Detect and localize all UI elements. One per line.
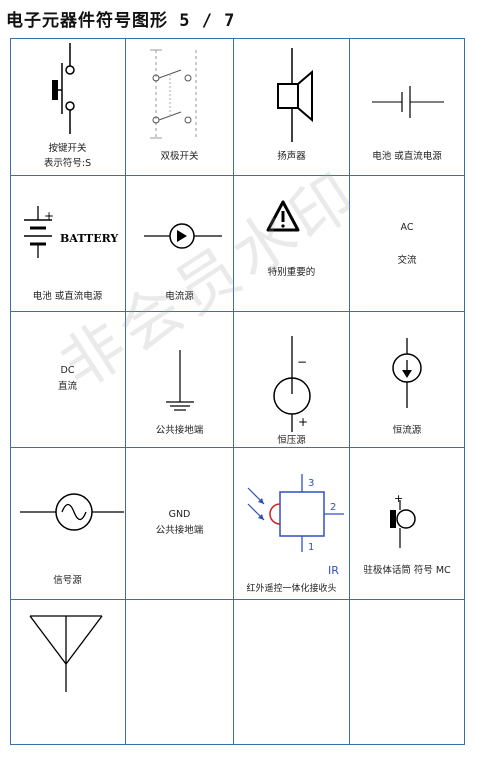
voltage-minus: −: [297, 355, 307, 369]
warning-triangle-icon: [266, 200, 300, 232]
cell-label: AC: [400, 222, 414, 233]
cell-current-source: 电流源: [126, 176, 234, 312]
ir-receiver-icon: 3 2 1 IR: [247, 474, 344, 577]
cell-label: 驻极体话筒 符号 MC: [363, 565, 451, 576]
cell-label: 电流源: [165, 291, 194, 302]
cell-label: 双极开关: [160, 151, 199, 162]
voltage-plus: +: [298, 415, 308, 429]
antenna-icon: [29, 615, 103, 692]
cell-label: GND: [168, 509, 191, 520]
cell-push-button-switch: 按键开关 表示符号:S: [10, 38, 126, 176]
ir-pin-2: 2: [330, 502, 336, 513]
cell-label: 电池 或直流电源: [372, 151, 442, 162]
cell-warning: 特别重要的: [234, 176, 350, 312]
cell-speaker: 扬声器: [234, 38, 350, 176]
cell-label: 恒压源: [277, 435, 306, 446]
cell-label: 红外遥控一体化接收头: [246, 584, 337, 594]
battery-plus: +: [44, 209, 54, 223]
ir-pin-1: 1: [308, 542, 314, 553]
cell-empty-3: [350, 600, 465, 745]
cell-label: 电池 或直流电源: [32, 291, 103, 302]
cell-dc: DC 直流: [10, 312, 126, 448]
cell-constant-current: 恒流源: [350, 312, 465, 448]
cell-double-pole-switch: 双极开关: [126, 38, 234, 176]
ir-tag: IR: [328, 564, 339, 577]
cell-battery: + BATTERY 电池 或直流电源: [10, 176, 126, 312]
ir-pin-3: 3: [308, 478, 314, 489]
cell-ground: 公共接地端: [126, 312, 234, 448]
cell-label: 信号源: [53, 575, 82, 586]
cell-voltage-source: − + 恒压源: [234, 312, 350, 448]
cell-gnd: GND 公共接地端: [126, 448, 234, 600]
cell-microphone: + 驻极体话筒 符号 MC: [350, 448, 465, 600]
cell-empty-2: [234, 600, 350, 745]
cell-battery-cell: 电池 或直流电源: [350, 38, 465, 176]
cell-label: 恒流源: [392, 425, 422, 436]
cell-antenna: [10, 600, 126, 745]
cell-sublabel: 直流: [57, 381, 77, 392]
cell-sublabel: 公共接地端: [155, 525, 204, 536]
cell-label: 按键开关: [48, 143, 87, 154]
battery-text: BATTERY: [60, 232, 118, 245]
page-title: 电子元器件符号图形 5 / 7: [6, 11, 236, 31]
cell-sublabel: 交流: [397, 255, 417, 266]
cell-ir-receiver: 3 2 1 IR 红外遥控一体化接收头: [234, 448, 350, 600]
cell-signal-source: 信号源: [10, 448, 126, 600]
cell-label: 公共接地端: [155, 425, 204, 436]
mic-plus: +: [394, 492, 403, 505]
cell-label: DC: [60, 365, 75, 376]
cell-label: 特别重要的: [267, 267, 316, 278]
voltage-source-icon: − +: [273, 336, 311, 432]
symbol-grid: 按键开关 表示符号:S 双极开关 扬声器 电池 或直流电源 + BATTERY …: [10, 38, 465, 745]
cell-ac: AC 交流: [350, 176, 465, 312]
cell-sublabel: 表示符号:S: [43, 158, 92, 169]
cell-label: 扬声器: [277, 151, 306, 162]
cell-empty-1: [126, 600, 234, 745]
